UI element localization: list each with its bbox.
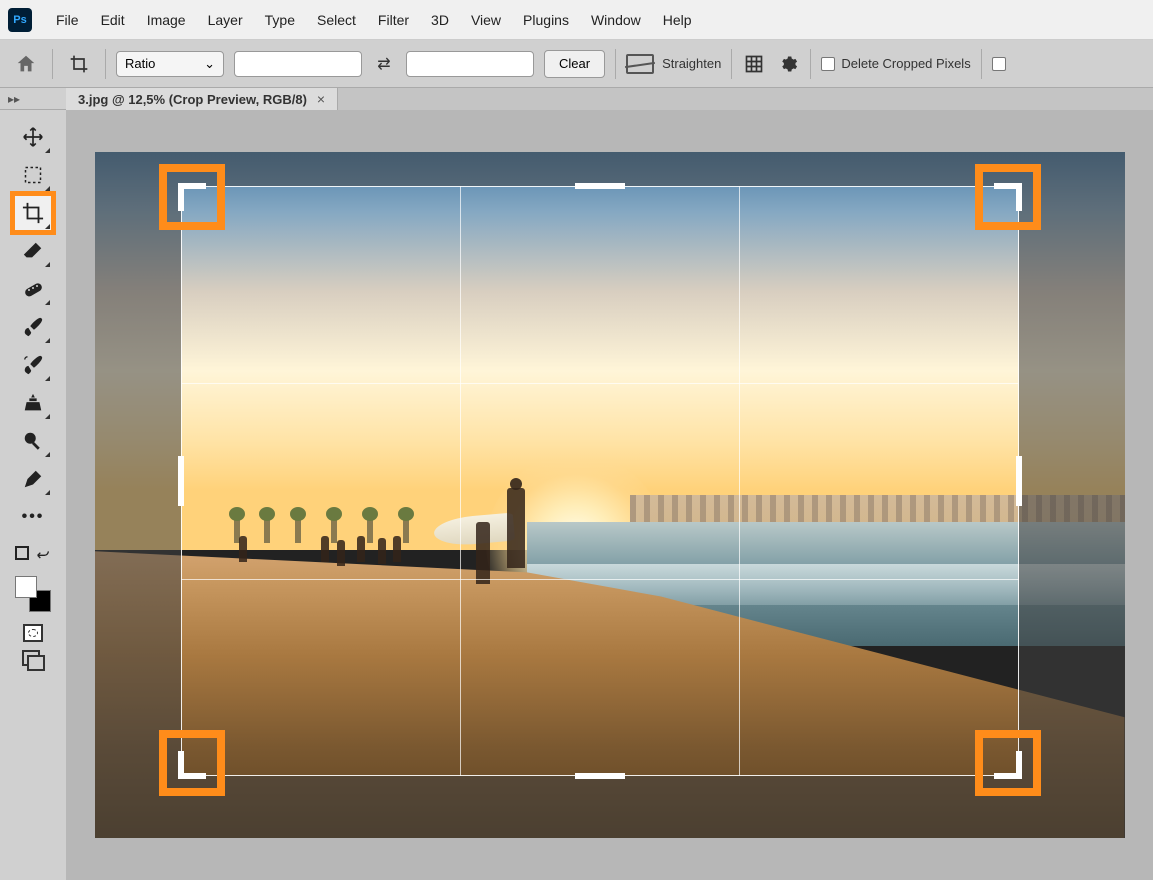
panel-collapse-toggle[interactable]: ▸▸ xyxy=(0,88,66,110)
aspect-ratio-select[interactable]: Ratio ⌄ xyxy=(116,51,224,77)
divider xyxy=(52,49,53,79)
menu-select[interactable]: Select xyxy=(307,6,366,34)
crop-tool-indicator[interactable] xyxy=(63,52,95,76)
swap-fg-bg-icon[interactable] xyxy=(35,546,51,562)
menu-view[interactable]: View xyxy=(461,6,511,34)
menu-plugins[interactable]: Plugins xyxy=(513,6,579,34)
annotation-highlight xyxy=(159,164,225,230)
dodge-tool[interactable] xyxy=(13,422,53,460)
menu-3d[interactable]: 3D xyxy=(421,6,459,34)
crop-width-input[interactable] xyxy=(234,51,362,77)
divider xyxy=(615,49,616,79)
crop-grid-line xyxy=(460,186,461,776)
healing-brush-tool[interactable] xyxy=(13,270,53,308)
annotation-highlight xyxy=(159,730,225,796)
canvas-area[interactable] xyxy=(66,110,1153,880)
checkbox-icon xyxy=(821,57,835,71)
foreground-color-swatch[interactable] xyxy=(15,576,37,598)
menu-window[interactable]: Window xyxy=(581,6,651,34)
menu-edit[interactable]: Edit xyxy=(91,6,135,34)
document-tab-title: 3.jpg @ 12,5% (Crop Preview, RGB/8) xyxy=(78,92,307,107)
crop-handle-right[interactable] xyxy=(1016,456,1022,506)
menu-file[interactable]: File xyxy=(46,6,89,34)
checkbox-icon xyxy=(992,57,1006,71)
divider xyxy=(810,49,811,79)
crop-grid-line xyxy=(181,383,1019,384)
menu-image[interactable]: Image xyxy=(137,6,196,34)
annotation-highlight xyxy=(975,164,1041,230)
menu-bar: Ps File Edit Image Layer Type Select Fil… xyxy=(0,0,1153,40)
eraser-tool[interactable] xyxy=(13,232,53,270)
menu-help[interactable]: Help xyxy=(653,6,702,34)
close-tab-icon[interactable]: × xyxy=(317,91,325,107)
ratio-label: Ratio xyxy=(125,56,155,71)
crop-height-input[interactable] xyxy=(406,51,534,77)
color-swatches[interactable] xyxy=(15,576,51,612)
document-image[interactable] xyxy=(95,152,1125,838)
clone-stamp-tool[interactable] xyxy=(13,384,53,422)
document-tab[interactable]: 3.jpg @ 12,5% (Crop Preview, RGB/8) × xyxy=(66,88,338,110)
crop-grid-line xyxy=(739,186,740,776)
crop-border xyxy=(181,186,1019,776)
crop-box[interactable] xyxy=(181,186,1019,776)
divider xyxy=(105,49,106,79)
delete-cropped-label: Delete Cropped Pixels xyxy=(841,56,970,71)
crop-handle-top[interactable] xyxy=(575,183,625,189)
screen-mode-toggle[interactable] xyxy=(22,650,44,668)
app-logo: Ps xyxy=(8,8,32,32)
straighten-label[interactable]: Straighten xyxy=(662,56,721,71)
edit-toolbar-icon[interactable] xyxy=(15,546,29,560)
options-bar: Ratio ⌄ ⇄ Clear Straighten Delete Croppe… xyxy=(0,40,1153,88)
menu-layer[interactable]: Layer xyxy=(198,6,253,34)
tool-bar: ••• xyxy=(0,110,66,880)
crop-tool[interactable] xyxy=(13,194,53,232)
pen-tool[interactable] xyxy=(13,460,53,498)
crop-handle-left[interactable] xyxy=(178,456,184,506)
quick-mask-toggle[interactable] xyxy=(23,624,43,642)
straighten-icon[interactable] xyxy=(626,54,654,74)
clear-button[interactable]: Clear xyxy=(544,50,605,78)
menu-filter[interactable]: Filter xyxy=(368,6,419,34)
document-tab-strip: 3.jpg @ 12,5% (Crop Preview, RGB/8) × xyxy=(66,88,1153,110)
settings-button[interactable] xyxy=(776,52,800,76)
swap-dimensions-button[interactable]: ⇄ xyxy=(372,52,396,76)
menu-type[interactable]: Type xyxy=(255,6,305,34)
annotation-highlight xyxy=(975,730,1041,796)
crop-shield xyxy=(181,776,1019,838)
crop-grid-line xyxy=(181,579,1019,580)
brush-tool[interactable] xyxy=(13,308,53,346)
home-button[interactable] xyxy=(10,48,42,80)
move-tool[interactable] xyxy=(13,118,53,156)
overlay-grid-button[interactable] xyxy=(742,52,766,76)
divider xyxy=(731,49,732,79)
more-tools[interactable]: ••• xyxy=(13,498,53,536)
left-column: ▸▸ xyxy=(0,88,66,880)
chevron-down-icon: ⌄ xyxy=(204,56,215,72)
canvas-column: 3.jpg @ 12,5% (Crop Preview, RGB/8) × xyxy=(66,88,1153,880)
extra-checkbox[interactable] xyxy=(992,57,1006,71)
crop-handle-bottom[interactable] xyxy=(575,773,625,779)
crop-shield xyxy=(181,152,1019,186)
history-brush-tool[interactable] xyxy=(13,346,53,384)
delete-cropped-checkbox[interactable]: Delete Cropped Pixels xyxy=(821,56,970,71)
marquee-tool[interactable] xyxy=(13,156,53,194)
divider xyxy=(981,49,982,79)
